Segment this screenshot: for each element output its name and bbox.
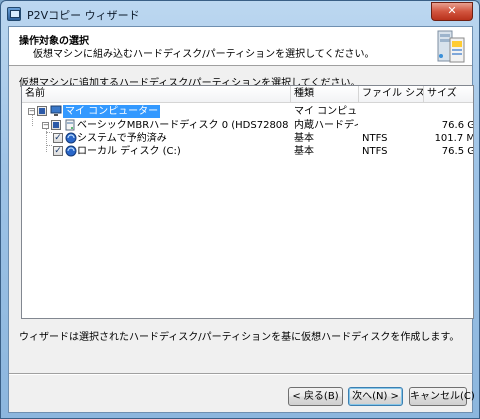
- header-subtitle: 仮想マシンに組み込むハードディスク/パーティションを選択してください。: [33, 49, 375, 60]
- tree-row-filesystem: NTFS: [362, 133, 388, 144]
- tree-row-size: 76.5 G: [441, 146, 474, 157]
- tree-row-type: 基本: [294, 146, 314, 157]
- partition-icon: [65, 132, 77, 144]
- tree-row-name: ローカル ディスク (C:): [77, 146, 181, 157]
- footer-info-text: ウィザードは選択されたハードディスク/パーティションを基に仮想ハードディスクを作…: [19, 332, 460, 343]
- column-header-row: 名前 種類 ファイル システム サイズ: [22, 86, 473, 103]
- row-checkbox[interactable]: [37, 106, 47, 116]
- wizard-header: 操作対象の選択 仮想マシンに組み込むハードディスク/パーティションを選択してくだ…: [9, 27, 472, 66]
- wizard-client-area: 操作対象の選択 仮想マシンに組み込むハードディスク/パーティションを選択してくだ…: [8, 26, 475, 413]
- row-checkbox[interactable]: ✓: [53, 146, 63, 156]
- next-button[interactable]: 次へ(N) >: [348, 387, 403, 406]
- app-icon: [7, 7, 21, 21]
- close-button[interactable]: ✕: [431, 2, 473, 21]
- wizard-window: P2Vコピー ウィザード ✕ 操作対象の選択 仮想マシンに組み込むハードディスク…: [0, 0, 480, 419]
- collapse-toggle[interactable]: −: [42, 122, 49, 129]
- tree-row-size: 76.6 G: [441, 120, 474, 131]
- column-header-name[interactable]: 名前: [22, 86, 291, 102]
- tree-row-name: マイ コンピューター: [63, 105, 161, 118]
- tree-row-disk-0[interactable]: − ベーシックMBRハードディスク 0 (HDS728080PLA380 ATA…: [22, 119, 473, 132]
- column-header-size[interactable]: サイズ: [424, 86, 473, 102]
- row-checkbox[interactable]: [51, 120, 61, 130]
- back-button[interactable]: < 戻る(B): [288, 387, 343, 406]
- partition-tree-view[interactable]: 名前 種類 ファイル システム サイズ − マイ コンピューター マイ コンピュ…: [21, 85, 474, 319]
- tree-row-name: ベーシックMBRハードディスク 0 (HDS728080PLA380 ATA D…: [77, 120, 289, 131]
- computer-icon: [50, 105, 62, 116]
- tree-row-system-reserved[interactable]: ✓ システムで予約済み 基本 NTFS 101.7 M: [22, 132, 473, 145]
- tree-row-type: 基本: [294, 133, 314, 144]
- hard-disk-icon: [65, 119, 75, 131]
- column-header-type[interactable]: 種類: [291, 86, 359, 102]
- collapse-toggle[interactable]: −: [28, 108, 35, 115]
- row-checkbox[interactable]: ✓: [53, 133, 63, 143]
- tree-row-size: 101.7 M: [434, 133, 474, 144]
- column-header-filesystem[interactable]: ファイル システム: [359, 86, 424, 102]
- partition-icon: [65, 145, 77, 157]
- button-separator: [9, 373, 472, 375]
- tree-row-type: マイ コンピューター: [294, 106, 358, 117]
- tree-row-filesystem: NTFS: [362, 146, 388, 157]
- tree-row-name: システムで予約済み: [77, 133, 167, 144]
- cancel-button[interactable]: キャンセル(C): [409, 387, 475, 406]
- window-title: P2Vコピー ウィザード: [27, 9, 140, 22]
- tree-row-my-computer[interactable]: − マイ コンピューター マイ コンピューター: [22, 105, 473, 118]
- server-illustration-icon: [437, 30, 465, 63]
- title-bar[interactable]: P2Vコピー ウィザード ✕: [1, 1, 479, 27]
- tree-row-type: 内蔵ハードディスク: [294, 120, 358, 131]
- tree-row-local-disk-c[interactable]: ✓ ローカル ディスク (C:) 基本 NTFS 76.5 G: [22, 145, 473, 158]
